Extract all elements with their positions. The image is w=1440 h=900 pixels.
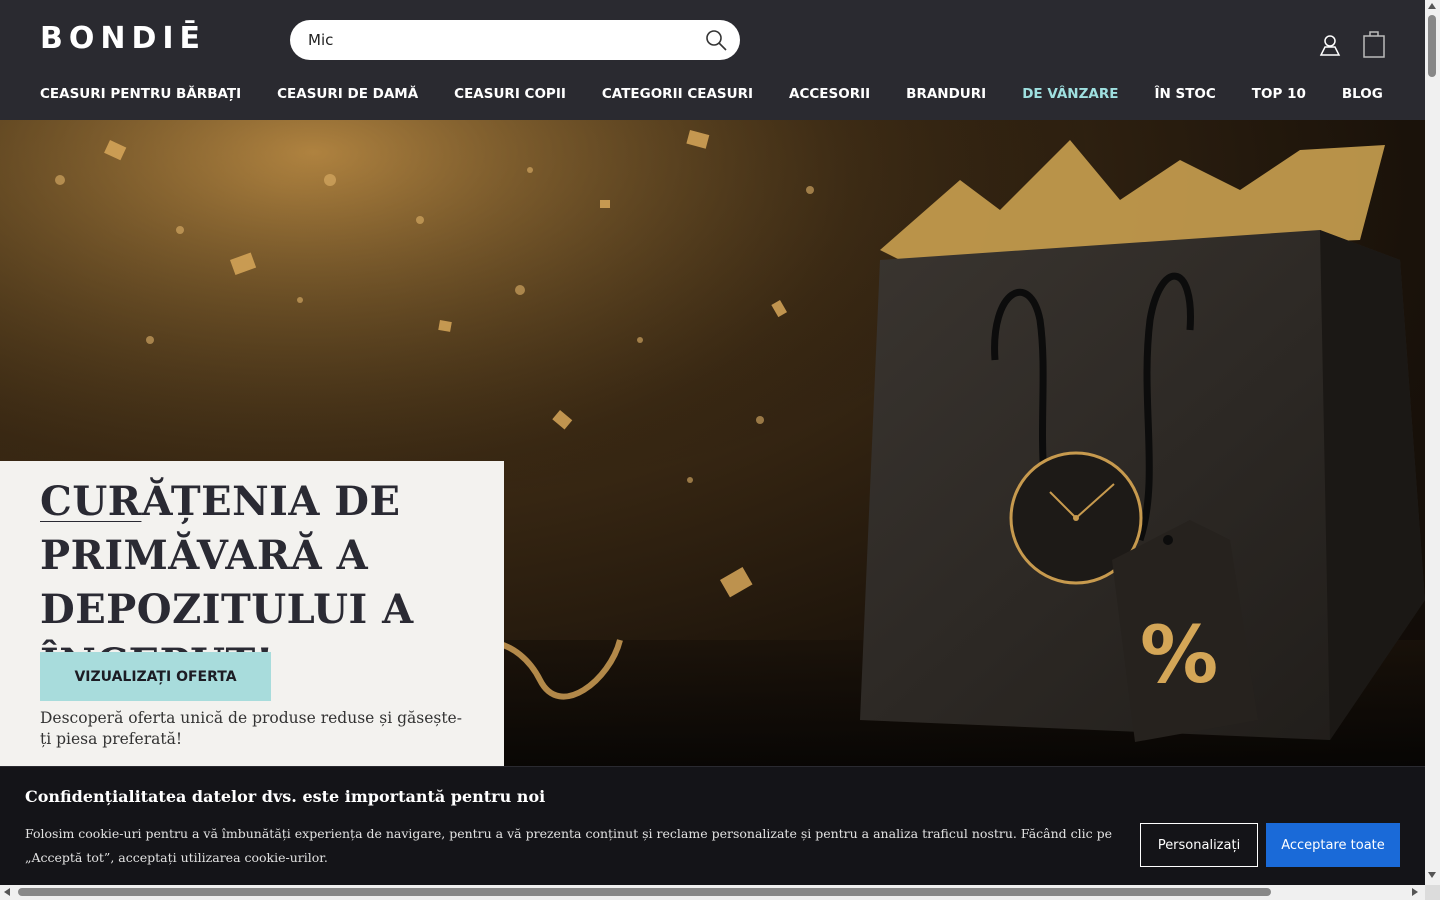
vertical-scrollbar[interactable] xyxy=(1425,0,1440,885)
user-icon[interactable] xyxy=(1318,33,1342,57)
nav-item-in-stock[interactable]: ÎN STOC xyxy=(1154,86,1215,106)
horizontal-scroll-thumb[interactable] xyxy=(18,888,1271,896)
logo[interactable]: BONDIĒ xyxy=(40,20,206,56)
nav-item-watch-categories[interactable]: CATEGORII CEASURI xyxy=(602,86,753,106)
cookie-text: Folosim cookie-uri pentru a vă îmbunătăț… xyxy=(25,826,1112,865)
nav-item-mens-watches[interactable]: CEASURI PENTRU BĂRBAȚI xyxy=(40,86,241,106)
scroll-up-arrow-icon[interactable] xyxy=(1428,3,1436,9)
vertical-scroll-thumb[interactable] xyxy=(1428,15,1436,77)
scroll-left-arrow-icon[interactable] xyxy=(4,888,10,896)
nav-item-kids-watches[interactable]: CEASURI COPII xyxy=(454,86,566,106)
nav-item-top-10[interactable]: TOP 10 xyxy=(1252,86,1306,106)
customize-button[interactable]: Personalizați xyxy=(1140,823,1258,867)
nav-item-womens-watches[interactable]: CEASURI DE DAMĂ xyxy=(277,86,418,106)
promo-card: CURĂȚENIA DE PRIMĂVARĂ A DEPOZITULUI A Î… xyxy=(0,461,504,766)
search-icon[interactable] xyxy=(704,28,728,52)
nav-item-brands[interactable]: BRANDURI xyxy=(906,86,986,106)
nav-item-sale[interactable]: DE VÂNZARE xyxy=(1022,86,1118,106)
nav-item-accessories[interactable]: ACCESORII xyxy=(789,86,870,106)
main-nav: CEASURI PENTRU BĂRBAȚI CEASURI DE DAMĂ C… xyxy=(40,86,1383,106)
horizontal-scrollbar[interactable] xyxy=(0,885,1425,900)
scroll-down-arrow-icon[interactable] xyxy=(1428,872,1436,878)
search-input[interactable] xyxy=(308,20,688,60)
cookie-banner: Confidențialitatea datelor dvs. este imp… xyxy=(0,766,1425,885)
view-offer-button[interactable]: VIZUALIZAȚI OFERTA xyxy=(40,652,271,701)
search-bar xyxy=(290,20,740,60)
site-header: BONDIĒ CEASURI PENTRU BĂRBAȚI CEASURI DE… xyxy=(0,0,1425,120)
promo-title-underlined: CUR xyxy=(40,478,142,525)
scrollbar-corner xyxy=(1425,885,1440,900)
nav-item-blog[interactable]: BLOG xyxy=(1342,86,1383,106)
promo-subtitle: Descoperă oferta unică de produse reduse… xyxy=(40,709,462,748)
accept-all-button[interactable]: Acceptare toate xyxy=(1266,823,1400,867)
shopping-bag-icon[interactable] xyxy=(1362,30,1386,58)
discount-tag-symbol: % xyxy=(1140,611,1218,701)
cookie-title: Confidențialitatea datelor dvs. este imp… xyxy=(25,787,546,806)
scroll-right-arrow-icon[interactable] xyxy=(1412,888,1418,896)
